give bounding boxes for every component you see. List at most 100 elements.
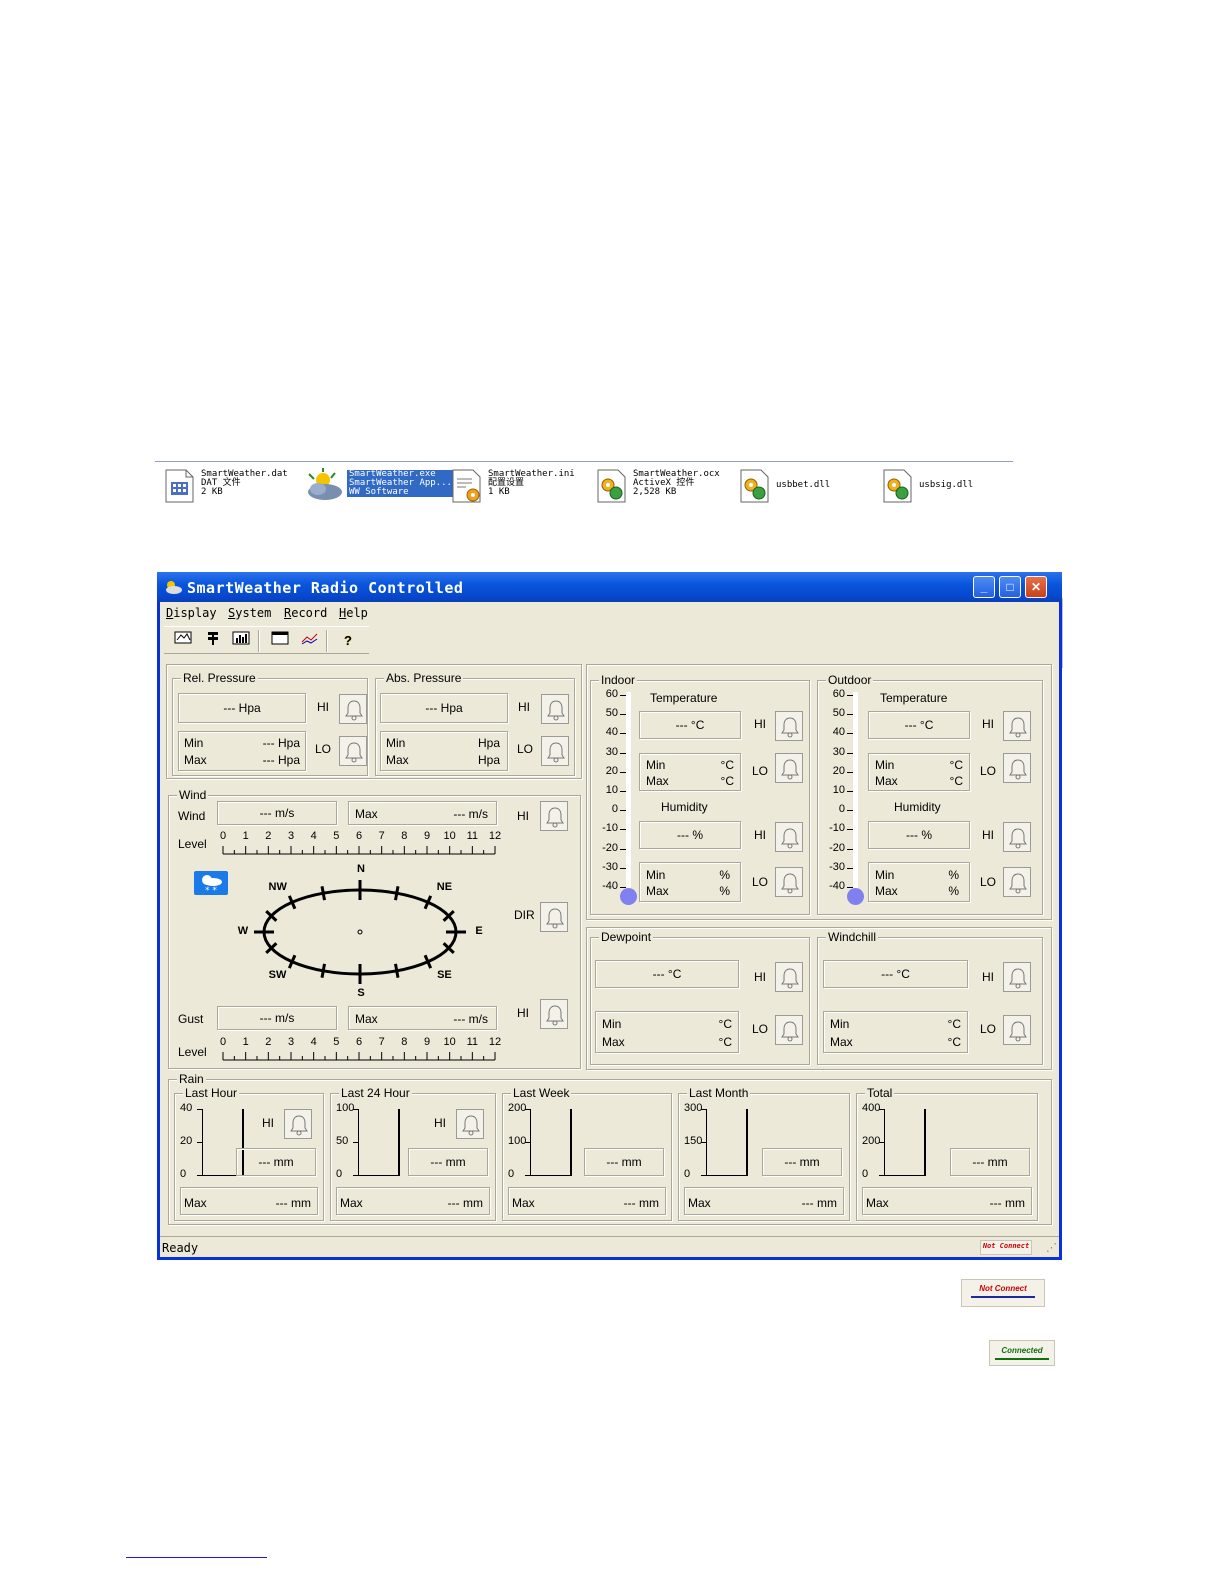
- wind-level-label: Level: [178, 837, 207, 851]
- rain-axis-label: 150: [684, 1135, 703, 1147]
- wind-compass: N NE E SE S SW W NW: [220, 854, 500, 1004]
- outdoor-hum-minmax: Min% Max%: [868, 862, 970, 902]
- menu-display[interactable]: Display: [166, 606, 217, 620]
- thermo-scale-label: 0: [611, 803, 618, 816]
- rain-hi-alarm-button[interactable]: [284, 1109, 312, 1139]
- windchill-lo-alarm-button[interactable]: [1003, 1015, 1031, 1045]
- outdoor-hum-lo-alarm-button[interactable]: [1003, 867, 1031, 897]
- file-name: SmartWeather.dat DAT 文件 2 KB: [201, 469, 288, 497]
- compass-center: [357, 929, 363, 935]
- abs-pressure-hi-alarm-button[interactable]: [541, 694, 569, 724]
- wind-level-tick-label: 12: [488, 830, 502, 842]
- rain-panel-title: Total: [865, 1086, 895, 1100]
- abs-pressure-value: --- Hpa: [380, 693, 508, 723]
- outdoor-humidity-label: Humidity: [894, 800, 941, 814]
- file-item-selected[interactable]: SmartWeather.exe SmartWeather App... WW So…: [305, 468, 454, 506]
- outdoor-temp-minmax: Min °C Max °C: [868, 753, 970, 791]
- file-item[interactable]: SmartWeather.dat DAT 文件 2 KB: [163, 468, 293, 506]
- rel-pressure-lo-alarm-button[interactable]: [339, 736, 367, 766]
- display-button[interactable]: [172, 630, 194, 652]
- settings-icon: [208, 632, 218, 645]
- thermo-scale-label: 10: [605, 784, 618, 796]
- rain-value: --- mm: [950, 1148, 1030, 1176]
- graph-button[interactable]: [299, 630, 321, 652]
- rain-axis-label: 100: [508, 1135, 527, 1147]
- menu-system[interactable]: System: [228, 606, 271, 620]
- indoor-title: Indoor: [599, 673, 638, 687]
- rel-pressure-hi-alarm-button[interactable]: [339, 694, 367, 724]
- connected-legend-text: Connected: [1001, 1346, 1043, 1355]
- thermo-scale-label: 10: [832, 784, 845, 796]
- rain-bar-right-edge: [746, 1109, 748, 1176]
- help-button[interactable]: ?: [337, 630, 359, 652]
- file-name: usbbet.dll: [776, 480, 831, 490]
- rain-axis-label: 40: [180, 1102, 193, 1114]
- indoor-hum-hi-alarm-button[interactable]: [775, 822, 803, 852]
- indoor-hum-lo-alarm-button[interactable]: [775, 867, 803, 897]
- windchill-hi-alarm-button[interactable]: [1003, 962, 1031, 992]
- outdoor-temperature-value: --- °C: [868, 711, 970, 739]
- file-item[interactable]: usbsig.dll: [881, 468, 991, 506]
- file-item[interactable]: usbbet.dll: [738, 468, 848, 506]
- graph-icon: [301, 633, 318, 645]
- gust-level-tick-label: 4: [310, 1036, 317, 1048]
- bell-icon: [462, 1115, 480, 1136]
- rain-max-field: Max --- mm: [180, 1187, 318, 1215]
- rain-hi-alarm-button[interactable]: [456, 1109, 484, 1139]
- compass-label: SE: [437, 968, 452, 981]
- gust-max-value: Max --- m/s: [348, 1006, 497, 1030]
- cloud-sun-app-icon: [308, 468, 342, 500]
- thermo-scale-label: -40: [829, 880, 845, 892]
- wind-level-tick-label: 0: [219, 830, 227, 842]
- wind-level-tick-label: 6: [355, 830, 363, 842]
- svg-text:* *: * *: [205, 886, 217, 895]
- abs-pressure-minmax: Min Hpa Max Hpa: [380, 731, 508, 771]
- windchill-hi-label: HI: [982, 970, 994, 984]
- dll-gear-icon: [740, 469, 769, 503]
- indoor-temp-lo-alarm-button[interactable]: [775, 753, 803, 783]
- wind-max-value: Max --- m/s: [348, 801, 497, 825]
- abs-pressure-lo-alarm-button[interactable]: [541, 736, 569, 766]
- rain-axis-label: 100: [336, 1102, 355, 1114]
- menu-help[interactable]: Help: [339, 606, 368, 620]
- toolbar: ?: [164, 626, 369, 654]
- cloud-sun-app-icon: [166, 581, 182, 594]
- history-chart-button[interactable]: [230, 630, 252, 652]
- gust-hi-alarm-button[interactable]: [540, 999, 568, 1029]
- gust-level-tick-label: 10: [443, 1036, 456, 1048]
- help-icon: ?: [344, 633, 352, 648]
- indoor-hum-hi-label: HI: [754, 828, 766, 842]
- outdoor-temp-lo-alarm-button[interactable]: [1003, 753, 1031, 783]
- indoor-temp-hi-alarm-button[interactable]: [775, 711, 803, 741]
- rain-axis-x: [358, 1175, 398, 1176]
- outdoor-hum-lo-label: LO: [980, 875, 997, 889]
- close-button[interactable]: ✕: [1025, 576, 1047, 598]
- wind-dir-alarm-button[interactable]: [540, 902, 568, 932]
- thermo-scale-label: -10: [829, 822, 845, 835]
- file-item[interactable]: SmartWeather.ocx ActiveX 控件 2,528 KB: [595, 468, 725, 506]
- outdoor-title: Outdoor: [826, 673, 874, 687]
- minimize-button[interactable]: _: [973, 576, 995, 598]
- dewpoint-lo-alarm-button[interactable]: [775, 1015, 803, 1045]
- menu-record[interactable]: Record: [284, 606, 327, 620]
- dewpoint-lo-label: LO: [752, 1022, 769, 1036]
- gust-level-scale: 0 1 2 3 4 5 6 7 8 9 10 11 12: [214, 1036, 504, 1066]
- maximize-button[interactable]: □: [999, 576, 1021, 598]
- arrow-icon: [971, 1296, 1035, 1298]
- outdoor-temp-hi-alarm-button[interactable]: [1003, 711, 1031, 741]
- window-button[interactable]: [269, 630, 291, 652]
- not-connect-text: Not Connect: [982, 1242, 1030, 1250]
- wind-speed-value: --- m/s: [217, 801, 337, 825]
- file-name: SmartWeather.exe SmartWeather App... WW So…: [347, 469, 454, 497]
- settings-button[interactable]: [202, 630, 224, 652]
- wind-hi-alarm-button[interactable]: [540, 801, 568, 831]
- bell-icon: [1009, 717, 1027, 738]
- title-bar[interactable]: SmartWeather Radio Controlled _ □ ✕: [157, 572, 1062, 602]
- rain-axis-label: 50: [336, 1135, 349, 1147]
- file-item[interactable]: SmartWeather.ini 配置设置 1 KB: [450, 468, 580, 506]
- outdoor-hum-hi-alarm-button[interactable]: [1003, 822, 1031, 852]
- outdoor-temp-hi-label: HI: [982, 717, 994, 731]
- gust-level-tick-label: 12: [488, 1036, 502, 1048]
- thermo-scale-label: -10: [602, 822, 618, 835]
- dewpoint-hi-alarm-button[interactable]: [775, 962, 803, 992]
